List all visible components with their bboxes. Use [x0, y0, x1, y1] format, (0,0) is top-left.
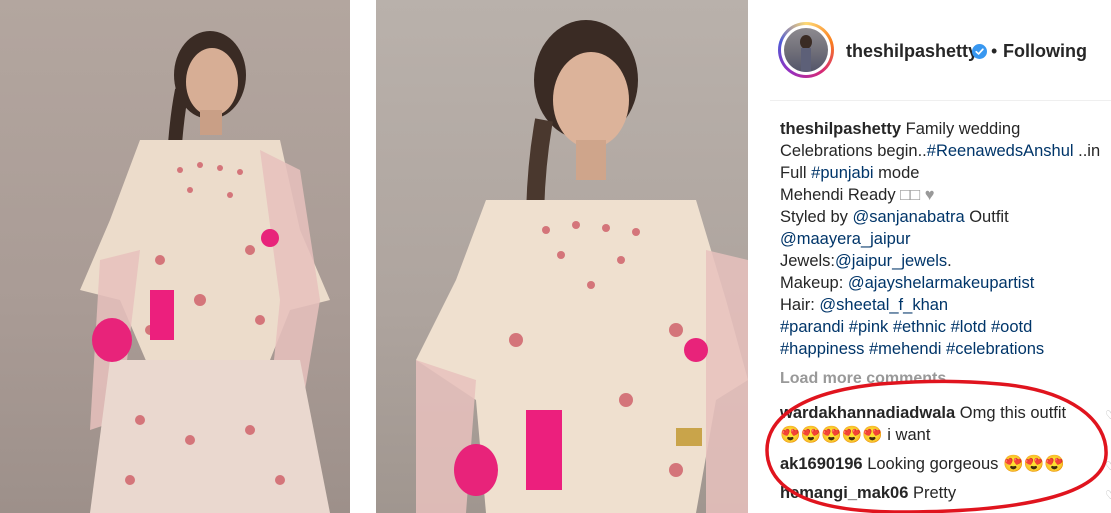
- mention-link[interactable]: @maayera_jaipur: [780, 230, 910, 248]
- following-button[interactable]: Following: [1003, 41, 1087, 62]
- load-more-comments-button[interactable]: Load more comments: [780, 370, 946, 388]
- mention-link[interactable]: @sanjanabatra: [852, 208, 964, 226]
- post-photo[interactable]: [0, 0, 770, 513]
- comment-username[interactable]: ak1690196: [780, 455, 863, 473]
- caption-line: Makeup: @ajayshelarmakeupartist: [780, 274, 1035, 292]
- caption-username[interactable]: theshilpashetty: [780, 120, 901, 138]
- caption-line: @maayera_jaipur: [780, 228, 1110, 250]
- caption-line: #parandi #pink #ethnic #lotd #ootd: [780, 316, 1110, 338]
- caption-line: Celebrations begin..#ReenawedsAnshul ..i…: [780, 142, 1101, 160]
- photo-gap: [350, 0, 376, 513]
- mention-link[interactable]: @ajayshelarmakeupartist: [848, 274, 1034, 292]
- caption-line: theshilpashetty Family wedding: [780, 118, 1110, 140]
- photo-left-illustration: [80, 31, 330, 513]
- header-username[interactable]: theshilpashetty: [846, 41, 978, 62]
- caption-line: Mehendi Ready □□ ♥: [780, 186, 935, 204]
- separator-dot: •: [991, 41, 998, 61]
- heart-icon[interactable]: ♡: [1105, 488, 1111, 502]
- comment: ak1690196 Looking gorgeous 😍😍😍: [780, 453, 1065, 475]
- hashtag-link[interactable]: #punjabi: [811, 164, 873, 182]
- avatar[interactable]: [784, 28, 828, 72]
- comment-username[interactable]: hemangi_mak06: [780, 484, 908, 502]
- caption-line: Styled by @sanjanabatra Outfit: [780, 208, 1009, 226]
- caption-line: #happiness #mehendi #celebrations: [780, 338, 1110, 360]
- hashtag-link[interactable]: #happiness #mehendi #celebrations: [780, 340, 1044, 358]
- mention-link[interactable]: @sheetal_f_khan: [819, 296, 948, 314]
- verified-badge-icon: [972, 44, 987, 59]
- hashtag-link[interactable]: #ReenawedsAnshul: [927, 142, 1074, 160]
- caption-line: Hair: @sheetal_f_khan: [780, 296, 949, 314]
- comment-text: Omg this outfit: [959, 404, 1067, 422]
- mention-link[interactable]: @jaipur_jewels: [835, 252, 947, 270]
- photo-right: [376, 0, 748, 513]
- comment-continued: 😍😍😍😍😍 i want: [780, 424, 930, 446]
- comment-username[interactable]: wardakhannadiadwala: [780, 404, 955, 422]
- photo-left: [0, 0, 350, 513]
- caption-text: Family wedding: [905, 120, 1021, 138]
- heart-icon[interactable]: ♡: [1105, 459, 1111, 473]
- avatar-story-ring[interactable]: [778, 22, 834, 78]
- heart-icon[interactable]: ♡: [1105, 408, 1111, 422]
- comment-text: Looking gorgeous 😍😍😍: [867, 455, 1065, 473]
- comment-text: 😍😍😍😍😍 i want: [780, 426, 931, 444]
- post-header: theshilpashetty • Following: [770, 0, 1111, 101]
- caption-line: Full #punjabi mode: [780, 164, 920, 182]
- comment: hemangi_mak06 Pretty: [780, 482, 956, 504]
- post-sidebar: theshilpashetty • Following theshilpashe…: [770, 0, 1111, 513]
- caption-line: Jewels:@jaipur_jewels.: [780, 252, 952, 270]
- comment-text: Pretty: [913, 484, 957, 502]
- caption: theshilpashetty Family wedding Celebrati…: [780, 118, 1110, 360]
- photo-right-illustration: [416, 20, 748, 513]
- hashtag-link[interactable]: #parandi #pink #ethnic #lotd #ootd: [780, 318, 1032, 336]
- comment: wardakhannadiadwala Omg this outfit: [780, 402, 1066, 424]
